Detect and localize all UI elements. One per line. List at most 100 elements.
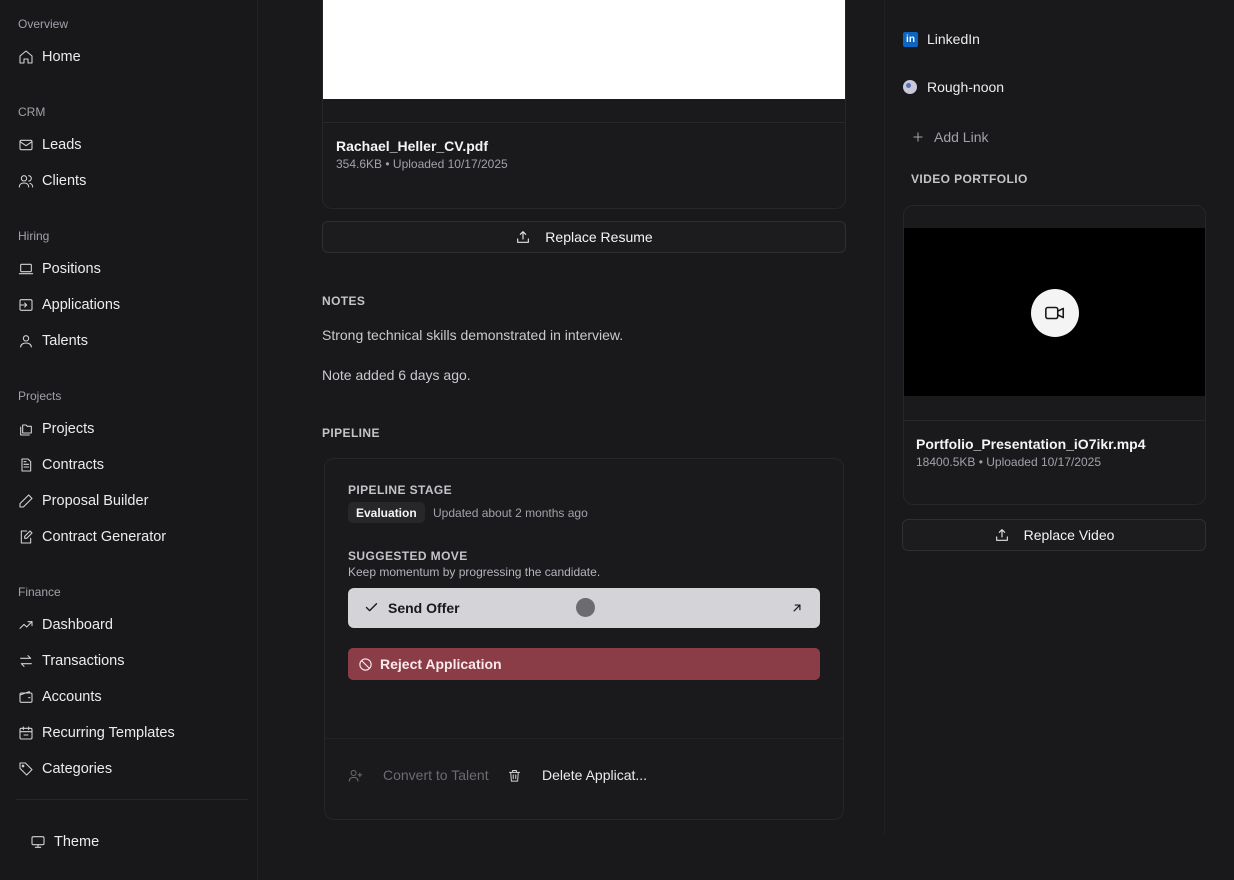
sidebar-item-label: Transactions	[42, 653, 125, 669]
sidebar-item-label: Clients	[42, 173, 87, 189]
reject-label: Reject Application	[380, 656, 502, 672]
sidebar-item-contracts[interactable]: Contracts	[10, 450, 246, 480]
replace-resume-label: Replace Resume	[545, 229, 653, 245]
add-link-button[interactable]: Add Link	[911, 129, 988, 145]
suggested-move-label: SUGGESTED MOVE	[348, 549, 468, 563]
sidebar-item-categories[interactable]: Categories	[10, 754, 246, 784]
sidebar-item-label: Accounts	[42, 689, 102, 705]
mail-icon	[18, 137, 34, 153]
upload-icon	[515, 229, 545, 245]
sidebar-item-label: Categories	[42, 761, 113, 777]
wallet-icon	[18, 689, 34, 705]
video-play-button[interactable]	[1031, 289, 1079, 337]
replace-video-button[interactable]: Replace Video	[902, 519, 1206, 551]
users-icon	[18, 173, 34, 189]
pipeline-title: PIPELINE	[322, 426, 380, 440]
sidebar-item-label: Dashboard	[42, 617, 113, 633]
linkedin-link[interactable]: in LinkedIn	[903, 31, 980, 47]
sidebar-item-label: Proposal Builder	[42, 493, 149, 509]
sidebar-item-applications[interactable]: Applications	[10, 290, 246, 320]
linkedin-icon: in	[903, 31, 918, 47]
notes-title: NOTES	[322, 294, 366, 308]
delete-application-button[interactable]: Delete Applicat...	[507, 767, 647, 783]
sidebar-item-transactions[interactable]: Transactions	[10, 646, 246, 676]
app-frame: Overview Home CRM Leads Clients Hiring P…	[0, 0, 1234, 880]
sidebar-item-leads[interactable]: Leads	[10, 130, 246, 160]
tag-icon	[18, 761, 34, 777]
sidebar-item-positions[interactable]: Positions	[10, 254, 246, 284]
send-offer-label: Send Offer	[388, 600, 460, 616]
check-icon	[364, 600, 379, 615]
file-edit-icon	[18, 529, 34, 545]
video-camera-icon	[1044, 302, 1066, 324]
add-link-label: Add Link	[934, 129, 989, 145]
sidebar-item-home[interactable]: Home	[10, 42, 246, 72]
sidebar-item-label: Home	[42, 49, 81, 65]
theme-label: Theme	[54, 834, 100, 850]
upload-icon	[994, 527, 1024, 543]
delete-label: Delete Applicat...	[542, 767, 648, 783]
pipeline-footer-divider	[325, 738, 843, 739]
group-label-finance: Finance	[18, 585, 61, 599]
home-icon	[18, 49, 34, 65]
convert-to-talent-button[interactable]: Convert to Talent	[348, 767, 489, 783]
ban-icon	[358, 657, 380, 672]
group-label-projects: Projects	[18, 389, 62, 403]
plus-icon	[911, 130, 925, 144]
note-text: Strong technical skills demonstrated in …	[322, 327, 624, 343]
resume-file-name[interactable]: Rachael_Heller_CV.pdf	[336, 138, 488, 154]
sidebar-item-label: Talents	[42, 333, 88, 349]
pipeline-stage-label: PIPELINE STAGE	[348, 483, 453, 497]
sidebar-item-projects[interactable]: Projects	[10, 414, 246, 444]
sidebar-item-label: Contract Generator	[42, 529, 167, 545]
video-file-name[interactable]: Portfolio_Presentation_iO7ikr.mp4	[916, 436, 1146, 452]
sidebar-divider	[16, 799, 248, 800]
group-label-overview: Overview	[18, 17, 69, 31]
sidebar-item-label: Projects	[42, 421, 95, 437]
sidebar-item-label: Contracts	[42, 457, 105, 473]
sidebar-item-talents[interactable]: Talents	[10, 326, 246, 356]
sidebar-item-proposal-builder[interactable]: Proposal Builder	[10, 486, 246, 516]
website-label: Rough-noon	[927, 79, 1005, 95]
sidebar-item-contract-generator[interactable]: Contract Generator	[10, 522, 246, 552]
resume-file-meta: 354.6KB • Uploaded 10/17/2025	[336, 157, 508, 171]
arrow-up-right-icon	[790, 601, 804, 615]
replace-resume-button[interactable]: Replace Resume	[322, 221, 846, 253]
sidebar-item-label: Applications	[42, 297, 121, 313]
group-label-crm: CRM	[18, 105, 46, 119]
replace-video-label: Replace Video	[1023, 527, 1115, 543]
trash-icon	[507, 768, 522, 783]
monitor-icon	[30, 834, 46, 850]
video-card-divider	[904, 420, 1205, 421]
note-added: Note added 6 days ago.	[322, 367, 471, 383]
sidebar-item-dashboard[interactable]: Dashboard	[10, 610, 246, 640]
stage-badge: Evaluation	[348, 502, 425, 523]
trending-up-icon	[18, 617, 34, 633]
arrows-swap-icon	[18, 653, 34, 669]
calendar-repeat-icon	[18, 725, 34, 741]
sidebar: Overview Home CRM Leads Clients Hiring P…	[0, 0, 258, 880]
pencil-icon	[18, 493, 34, 509]
user-plus-icon	[348, 768, 363, 783]
linkedin-label: LinkedIn	[927, 31, 980, 47]
group-label-hiring: Hiring	[18, 229, 50, 243]
send-offer-button[interactable]: Send Offer	[348, 588, 820, 628]
sidebar-item-label: Positions	[42, 261, 101, 277]
sidebar-item-accounts[interactable]: Accounts	[10, 682, 246, 712]
theme-toggle[interactable]: Theme	[22, 827, 222, 857]
sidebar-item-recurring-templates[interactable]: Recurring Templates	[10, 718, 246, 748]
resume-card-divider	[323, 122, 845, 123]
sidebar-item-clients[interactable]: Clients	[10, 166, 246, 196]
stage-updated: Updated about 2 months ago	[433, 506, 588, 520]
resume-preview[interactable]	[323, 0, 845, 99]
user-icon	[18, 333, 34, 349]
video-portfolio-title: VIDEO PORTFOLIO	[911, 172, 1028, 186]
laptop-icon	[18, 261, 34, 277]
inbox-arrow-icon	[18, 297, 34, 313]
video-file-meta: 18400.5KB • Uploaded 10/17/2025	[916, 455, 1102, 469]
suggested-move-hint: Keep momentum by progressing the candida…	[348, 565, 601, 579]
reject-application-button[interactable]: Reject Application	[348, 648, 820, 680]
sidebar-item-label: Recurring Templates	[42, 725, 175, 741]
website-link[interactable]: Rough-noon	[903, 79, 1004, 95]
cursor-indicator	[576, 598, 595, 617]
